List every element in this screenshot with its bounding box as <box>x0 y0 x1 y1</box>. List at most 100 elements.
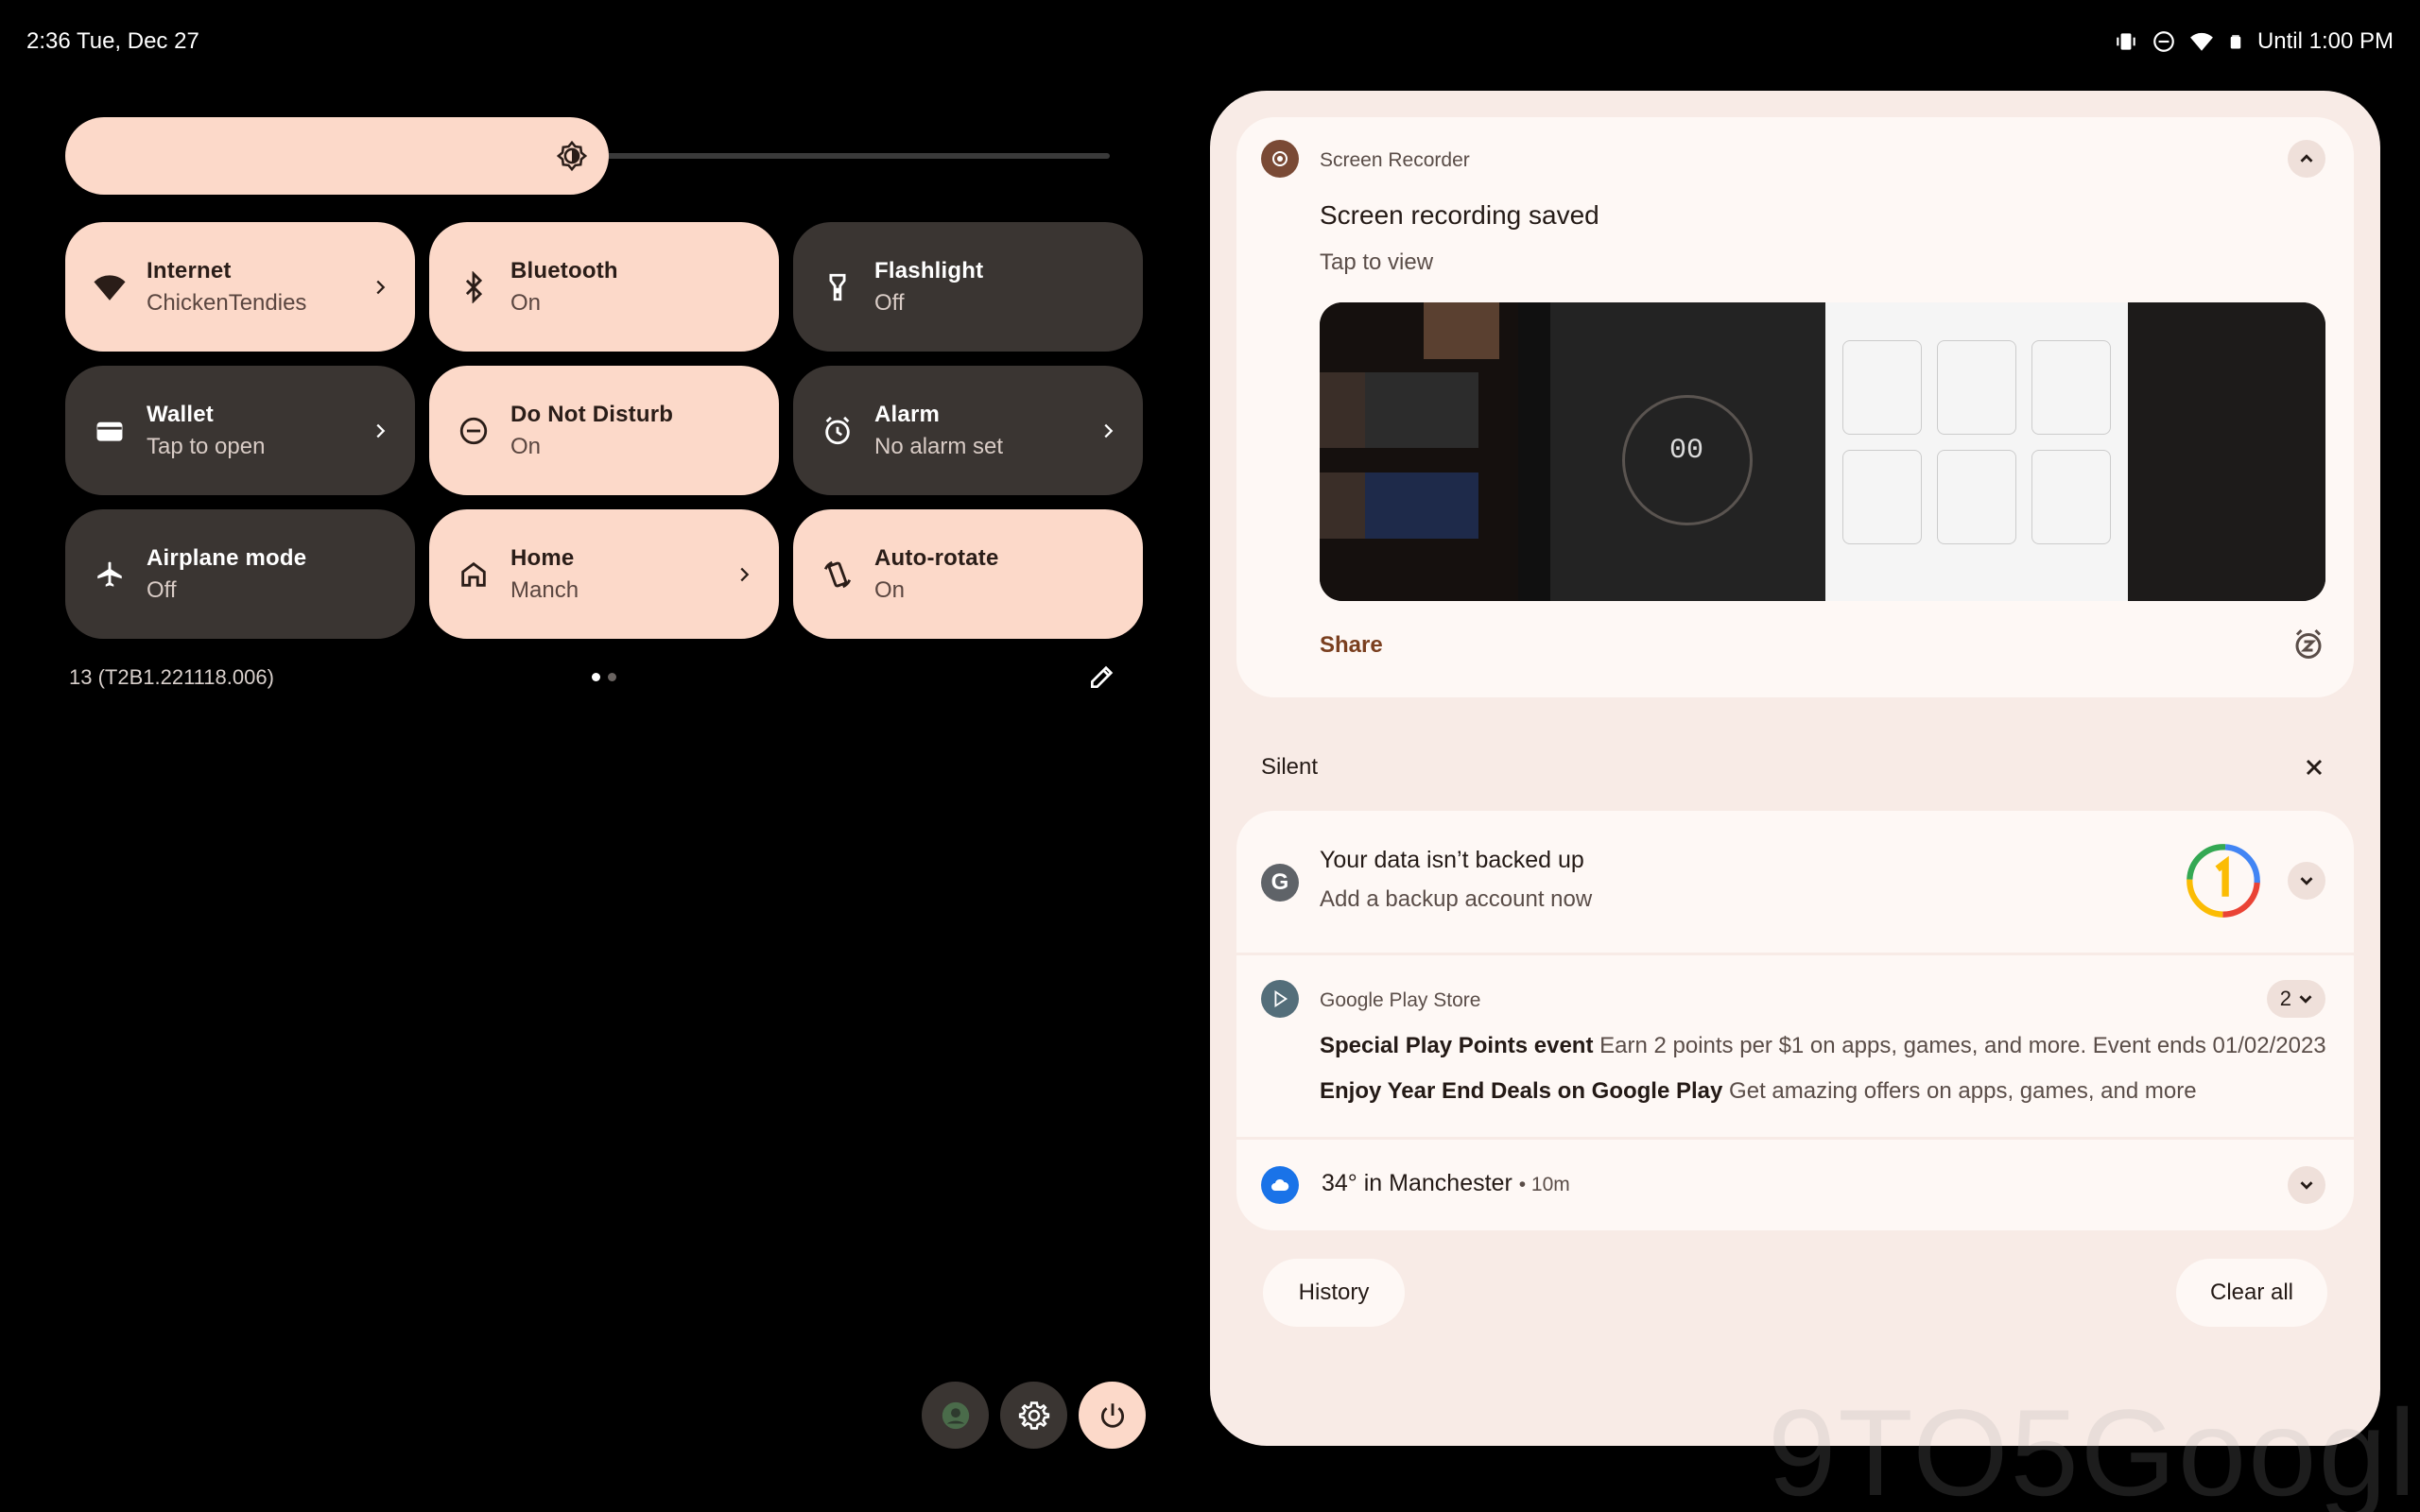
do-not-disturb-icon <box>456 413 492 449</box>
tile-internet[interactable]: Internet ChickenTendies <box>65 222 415 352</box>
power-button[interactable] <box>1079 1382 1146 1449</box>
tile-text: Bluetooth On <box>510 258 754 317</box>
quick-settings-tiles: Internet ChickenTendies Bluetooth On Flashli… <box>65 222 1143 639</box>
tile-title: Alarm <box>874 401 941 427</box>
screen-recorder-notification[interactable]: Screen Recorder Screen recording saved T… <box>1236 117 2354 697</box>
flashlight-icon <box>820 269 856 305</box>
tile-subtitle: Off <box>147 576 177 603</box>
tile-home[interactable]: Home Manch <box>429 509 779 639</box>
google-icon: G <box>1261 864 1299 902</box>
tile-flashlight[interactable]: Flashlight Off <box>793 222 1143 352</box>
tile-bluetooth[interactable]: Bluetooth On <box>429 222 779 352</box>
notification-title: Your data isn’t backed up <box>1320 847 1584 873</box>
weather-text: 34° in Manchester <box>1322 1170 1512 1196</box>
app-name: Screen Recorder <box>1320 149 1470 171</box>
snooze-icon[interactable] <box>2291 627 2325 662</box>
line-title: Enjoy Year End Deals on Google Play <box>1320 1078 1723 1104</box>
wifi-icon <box>92 269 128 305</box>
line-text: Earn 2 points per $1 on apps, games, and… <box>1599 1033 2326 1058</box>
weather-title: 34° in Manchester • 10m <box>1322 1170 1570 1197</box>
cloud-icon <box>1261 1166 1299 1204</box>
power-icon <box>1100 1402 1124 1428</box>
tile-subtitle: Off <box>874 289 905 316</box>
chevron-right-icon <box>1104 423 1114 438</box>
tile-text: Wallet Tap to open <box>147 402 370 460</box>
collapse-button[interactable] <box>2288 140 2325 178</box>
clear-all-button[interactable]: Clear all <box>2176 1259 2327 1327</box>
expand-button[interactable] <box>2288 1166 2325 1204</box>
page-indicator <box>592 673 616 681</box>
page-dot-active <box>592 673 600 681</box>
tile-subtitle: On <box>510 433 542 459</box>
recording-thumbnail[interactable]: 00 <box>1320 302 2325 601</box>
weather-notification[interactable]: 34° in Manchester • 10m <box>1236 1140 2354 1230</box>
status-icons: Until 1:00 PM <box>2114 28 2394 55</box>
tile-text: Internet ChickenTendies <box>147 258 370 317</box>
line-title: Special Play Points event <box>1320 1033 1594 1058</box>
silent-notifications-group: G Your data isn’t backed up Add a backup… <box>1236 811 2354 1230</box>
alarm-icon <box>820 413 856 449</box>
wifi-icon <box>2190 32 2213 51</box>
tile-subtitle: ChickenTendies <box>147 289 307 316</box>
auto-rotate-icon <box>820 557 856 593</box>
do-not-disturb-icon <box>2153 31 2174 52</box>
google-one-icon <box>2187 844 2260 918</box>
chevron-right-icon <box>376 280 386 294</box>
play-store-line-2: Enjoy Year End Deals on Google Play Get … <box>1320 1078 2197 1105</box>
brightness-icon <box>556 140 588 172</box>
notification-title: Screen recording saved <box>1320 200 1599 230</box>
screen-recorder-icon <box>1261 140 1299 178</box>
tile-text: Auto-rotate On <box>874 545 1118 604</box>
notification-subtitle: Tap to view <box>1320 249 1434 275</box>
thumbnail-panel-settings <box>1825 302 2128 601</box>
chevron-right-icon <box>376 423 386 438</box>
airplane-icon <box>92 557 128 593</box>
play-store-icon <box>1261 980 1299 1018</box>
tile-alarm[interactable]: Alarm No alarm set <box>793 366 1143 495</box>
tile-airplane-mode[interactable]: Airplane mode Off <box>65 509 415 639</box>
battery-icon <box>2230 35 2241 49</box>
tile-subtitle: On <box>510 289 542 316</box>
wallet-icon <box>92 413 128 449</box>
play-store-notification[interactable]: Google Play Store 2 Special Play Points … <box>1236 955 2354 1137</box>
settings-button[interactable] <box>1000 1382 1067 1449</box>
bluetooth-icon <box>456 269 492 305</box>
footer-actions <box>922 1382 1146 1449</box>
edit-pencil-icon[interactable] <box>1087 662 1117 692</box>
tile-title: Internet <box>147 257 232 284</box>
history-button[interactable]: History <box>1263 1259 1405 1327</box>
tile-wallet[interactable]: Wallet Tap to open <box>65 366 415 495</box>
line-text: Get amazing offers on apps, games, and m… <box>1729 1078 2197 1104</box>
brightness-fill[interactable] <box>65 117 609 195</box>
tile-auto-rotate[interactable]: Auto-rotate On <box>793 509 1143 639</box>
tile-text: Flashlight Off <box>874 258 1118 317</box>
chevron-down-icon <box>2299 995 2312 1004</box>
notification-shade: Screen Recorder Screen recording saved T… <box>1210 91 2380 1446</box>
user-icon <box>942 1401 969 1429</box>
tile-text: Home Manch <box>510 545 734 604</box>
tile-title: Do Not Disturb <box>510 401 674 427</box>
notification-count-pill[interactable]: 2 <box>2266 980 2325 1018</box>
thumbnail-panel-movies <box>1320 302 1518 601</box>
watermark-logo: 9TO5Google <box>1768 1383 2420 1512</box>
brightness-track[interactable] <box>595 153 1110 159</box>
brightness-slider[interactable] <box>65 117 1110 195</box>
close-icon[interactable] <box>2301 754 2327 781</box>
user-switch-button[interactable] <box>922 1382 989 1449</box>
vibrate-icon <box>2117 33 2135 50</box>
tile-title: Flashlight <box>874 257 984 284</box>
weather-time: • 10m <box>1518 1174 1570 1195</box>
chevron-up-icon <box>2300 154 2313 163</box>
tile-do-not-disturb[interactable]: Do Not Disturb On <box>429 366 779 495</box>
notification-subtitle: Add a backup account now <box>1320 886 1593 912</box>
gear-icon <box>1018 1400 1049 1430</box>
thumbnail-panel-wallpaper <box>2128 302 2325 601</box>
tile-title: Bluetooth <box>510 257 618 284</box>
chevron-right-icon <box>740 567 750 581</box>
tile-title: Wallet <box>147 401 214 427</box>
tile-title: Auto-rotate <box>874 544 999 571</box>
expand-button[interactable] <box>2288 862 2325 900</box>
share-button[interactable]: Share <box>1320 632 1383 659</box>
tile-text: Alarm No alarm set <box>874 402 1098 460</box>
backup-notification[interactable]: G Your data isn’t backed up Add a backup… <box>1236 811 2354 953</box>
